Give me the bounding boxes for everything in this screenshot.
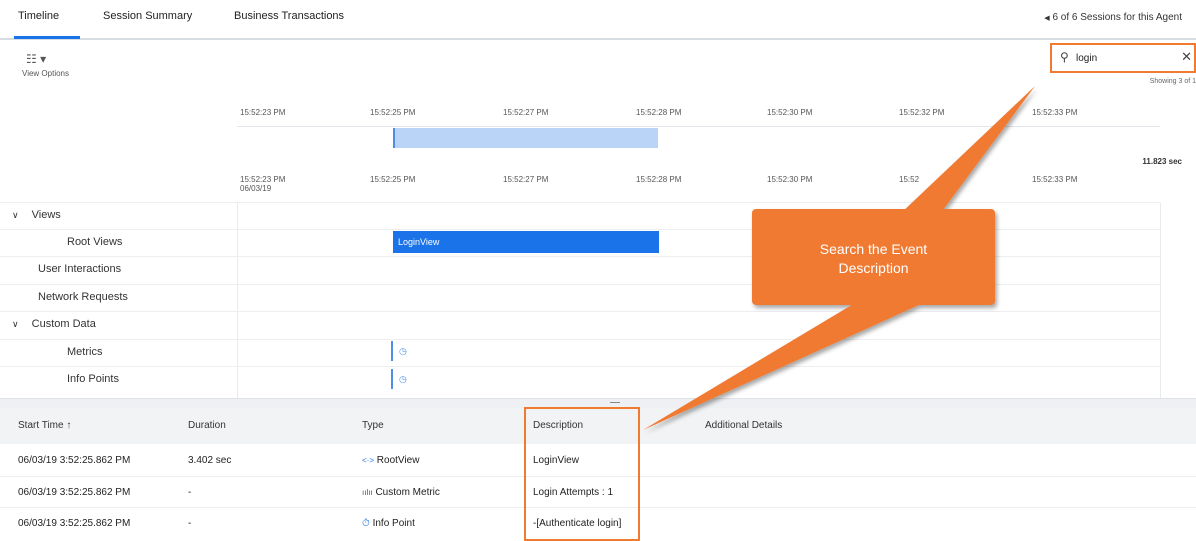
callout-text: Search the Event Description	[819, 241, 928, 276]
callout-overlay	[643, 86, 1035, 430]
